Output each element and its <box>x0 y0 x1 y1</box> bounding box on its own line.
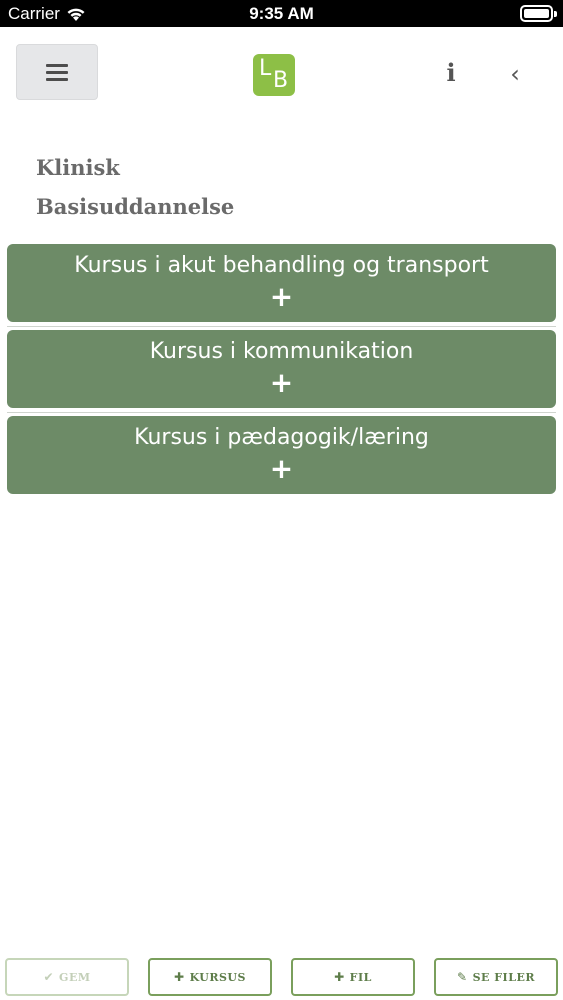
info-icon[interactable]: i <box>441 58 461 87</box>
add-course-button-label: KURSUS <box>189 970 246 984</box>
battery-icon <box>520 5 557 22</box>
back-chevron-icon[interactable]: ‹ <box>506 60 524 88</box>
menu-button[interactable] <box>16 44 98 100</box>
course-label: Kursus i kommunikation <box>149 339 414 364</box>
course-item-paedagogik[interactable]: Kursus i pædagogik/læring + <box>7 416 556 494</box>
paperclip-icon: ✎ <box>457 970 468 984</box>
course-label: Kursus i pædagogik/læring <box>134 425 429 450</box>
plus-icon: ✚ <box>334 970 345 984</box>
course-item-kommunikation[interactable]: Kursus i kommunikation + <box>7 330 556 408</box>
save-button[interactable]: ✔ GEM <box>5 958 129 996</box>
divider <box>7 322 556 330</box>
page-title-line2: Basisuddannelse <box>36 194 235 219</box>
expand-plus-icon: + <box>269 452 294 485</box>
add-file-button[interactable]: ✚ FIL <box>291 958 415 996</box>
status-bar: Carrier 9:35 AM <box>0 0 563 27</box>
course-item-akut-behandling[interactable]: Kursus i akut behandling og transport + <box>7 244 556 322</box>
plus-icon: ✚ <box>174 970 185 984</box>
hamburger-icon <box>46 64 68 81</box>
divider <box>7 408 556 416</box>
page-title: Klinisk Basisuddannelse <box>36 148 336 226</box>
status-time: 9:35 AM <box>249 4 314 23</box>
save-button-label: GEM <box>59 970 91 984</box>
expand-plus-icon: + <box>269 366 294 399</box>
add-course-button[interactable]: ✚ KURSUS <box>148 958 272 996</box>
add-file-button-label: FIL <box>349 970 372 984</box>
app-logo: L B <box>253 54 295 96</box>
logo-letter-l: L <box>259 56 272 81</box>
page-title-line1: Klinisk <box>36 155 120 180</box>
check-icon: ✔ <box>43 970 55 984</box>
expand-plus-icon: + <box>269 280 294 313</box>
course-list: Kursus i akut behandling og transport + … <box>7 244 556 494</box>
view-files-button-label: SE FILER <box>472 970 535 984</box>
view-files-button[interactable]: ✎ SE FILER <box>434 958 558 996</box>
bottom-toolbar: ✔ GEM ✚ KURSUS ✚ FIL ✎ SE FILER <box>0 958 563 998</box>
logo-letter-b: B <box>273 68 289 93</box>
course-label: Kursus i akut behandling og transport <box>74 253 489 278</box>
